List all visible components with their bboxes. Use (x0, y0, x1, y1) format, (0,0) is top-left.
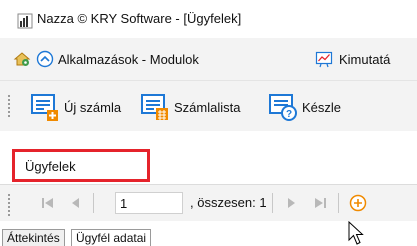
navigator-grip[interactable] (8, 192, 12, 218)
inventory-label: Készle (302, 99, 342, 115)
window-titlebar: Nazza © KRY Software - [Ügyfelek] (0, 0, 417, 38)
separator (338, 193, 339, 213)
toolbar: Új számla Számlalista ? Készle (0, 80, 417, 132)
new-invoice-button[interactable]: Új számla (30, 89, 121, 125)
menu-item-label: Alkalmazások - Modulok (58, 51, 199, 67)
record-navigator: , összesen: 1 (0, 184, 417, 222)
tab-label: Ügyfelek (25, 159, 76, 174)
menu-item-alkalmazasok[interactable]: Alkalmazások - Modulok (36, 50, 199, 68)
menu-item-home[interactable] (13, 50, 31, 68)
menu-item-kimutatasok[interactable]: Kimutatá (315, 50, 390, 68)
tab-attekintes[interactable]: Áttekintés (2, 229, 65, 246)
last-record-icon[interactable] (312, 195, 328, 211)
first-record-icon[interactable] (40, 195, 56, 211)
menubar: Alkalmazások - Modulok Kimutatá (0, 38, 417, 80)
bar-chart-app-icon (17, 13, 33, 29)
add-circle-icon[interactable] (349, 194, 367, 212)
new-invoice-label: Új számla (64, 99, 122, 115)
new-invoice-icon (31, 94, 58, 121)
inventory-button[interactable]: ? Készle (268, 89, 341, 125)
mouse-cursor-icon (348, 221, 364, 245)
invoice-list-icon (141, 94, 168, 120)
chart-report-icon (315, 51, 333, 68)
separator (272, 193, 273, 213)
home-settings-icon (13, 52, 31, 66)
invoice-list-button[interactable]: Számlalista (140, 89, 240, 125)
separator (93, 193, 94, 213)
svg-text:?: ? (286, 109, 292, 120)
circle-up-chevron-icon (36, 50, 54, 68)
window-title: Nazza © KRY Software - [Ügyfelek] (37, 11, 242, 26)
invoice-list-label: Számlalista (174, 99, 241, 115)
current-record-input[interactable] (115, 192, 183, 214)
previous-record-icon[interactable] (68, 195, 84, 211)
menu-item-label: Kimutatá (339, 51, 391, 67)
toolbar-grip[interactable] (8, 93, 12, 119)
tab-ugyfel-adatai[interactable]: Ügyfél adatai (71, 229, 152, 246)
next-record-icon[interactable] (283, 195, 299, 211)
inventory-help-icon: ? (269, 94, 297, 121)
tab-ugyfelek[interactable]: Ügyfelek (12, 149, 150, 182)
total-records-label: , összesen: 1 (190, 195, 267, 210)
